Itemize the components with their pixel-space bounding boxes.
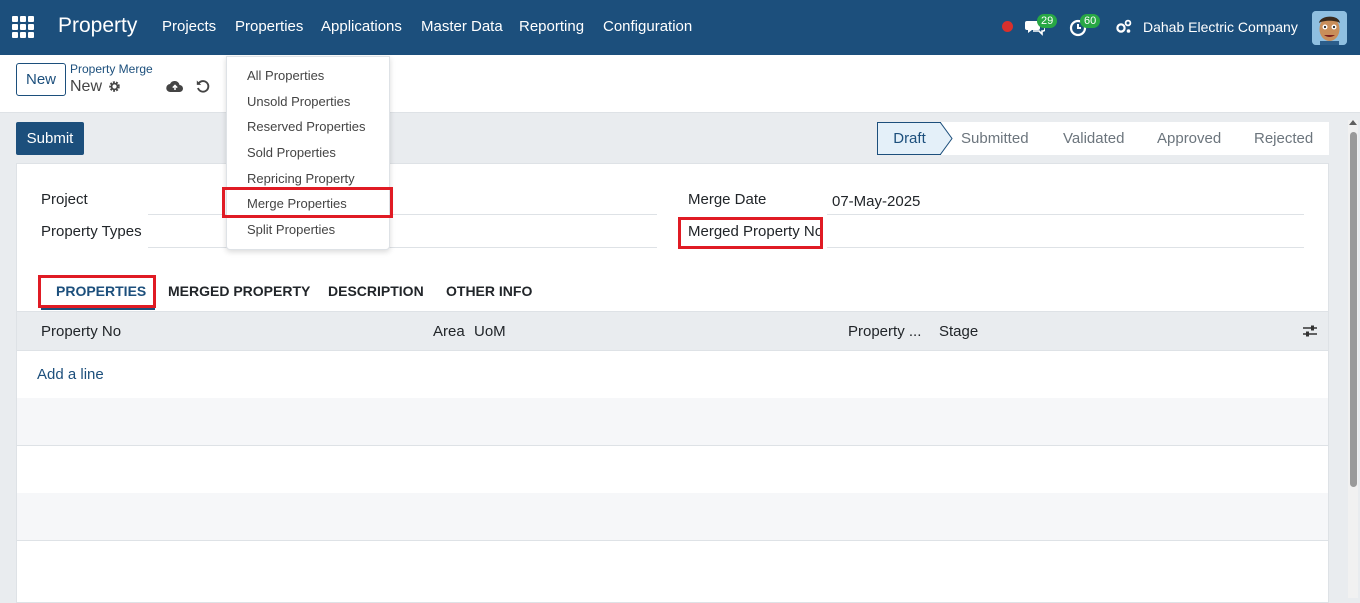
highlight-properties-tab xyxy=(38,275,156,308)
top-navbar: Property Projects Properties Application… xyxy=(0,0,1360,55)
column-property-status[interactable]: Property ... xyxy=(848,323,921,340)
messages-badge: 29 xyxy=(1037,14,1058,28)
status-arrow-icon xyxy=(940,122,953,155)
breadcrumb-current: New xyxy=(70,78,103,95)
menu-projects[interactable]: Projects xyxy=(162,18,216,35)
menu-configuration[interactable]: Configuration xyxy=(603,18,692,35)
menu-item-sold-properties[interactable]: Sold Properties xyxy=(247,145,336,160)
merge-date-value[interactable]: 07-May-2025 xyxy=(832,193,920,210)
recording-dot-icon[interactable] xyxy=(1002,21,1013,32)
menu-master-data[interactable]: Master Data xyxy=(421,18,503,35)
column-uom[interactable]: UoM xyxy=(474,323,506,340)
gear-icon[interactable] xyxy=(108,80,121,93)
user-avatar[interactable] xyxy=(1312,11,1347,45)
status-submitted[interactable]: Submitted xyxy=(961,130,1029,147)
column-stage[interactable]: Stage xyxy=(939,323,978,340)
table-row xyxy=(17,398,1328,445)
company-switcher[interactable]: Dahab Electric Company xyxy=(1143,19,1298,35)
property-types-field[interactable] xyxy=(148,247,657,248)
table-header: Property No Area UoM Property ... Stage xyxy=(17,311,1328,351)
scrollbar-thumb[interactable] xyxy=(1350,132,1357,487)
merge-date-field[interactable] xyxy=(827,214,1304,215)
highlight-merged-property-no xyxy=(678,217,823,249)
status-bar: Draft Submitted Validated Approved Rejec… xyxy=(877,122,1329,155)
row-divider xyxy=(17,540,1328,541)
optional-columns-sliders-icon[interactable] xyxy=(1303,324,1317,338)
highlight-merge-properties xyxy=(222,187,393,218)
new-button[interactable]: New xyxy=(16,63,66,96)
status-approved[interactable]: Approved xyxy=(1157,130,1221,147)
apps-menu-icon[interactable] xyxy=(12,16,34,38)
menu-item-all-properties[interactable]: All Properties xyxy=(247,68,324,83)
switch-company-icon[interactable] xyxy=(1114,17,1134,37)
menu-item-split-properties[interactable]: Split Properties xyxy=(247,222,335,237)
table-row xyxy=(17,493,1328,540)
add-a-line-link[interactable]: Add a line xyxy=(37,366,104,383)
discard-undo-icon[interactable] xyxy=(195,78,211,94)
menu-properties[interactable]: Properties xyxy=(235,18,303,35)
activities-badge: 60 xyxy=(1080,14,1101,28)
tab-merged-property[interactable]: MERGED PROPERTY xyxy=(168,283,310,299)
merged-property-no-field[interactable] xyxy=(827,247,1304,248)
project-label: Project xyxy=(41,191,88,208)
active-tab-indicator xyxy=(41,308,155,310)
menu-item-repricing-property[interactable]: Repricing Property xyxy=(247,171,355,186)
tab-description[interactable]: DESCRIPTION xyxy=(328,283,424,299)
control-panel: New Property Merge New xyxy=(0,55,1360,113)
menu-item-unsold-properties[interactable]: Unsold Properties xyxy=(247,94,350,109)
properties-dropdown: All Properties Unsold Properties Reserve… xyxy=(226,56,390,250)
status-rejected[interactable]: Rejected xyxy=(1254,130,1313,147)
menu-item-reserved-properties[interactable]: Reserved Properties xyxy=(247,119,366,134)
status-validated[interactable]: Validated xyxy=(1063,130,1124,147)
status-draft[interactable]: Draft xyxy=(877,122,941,155)
menu-reporting[interactable]: Reporting xyxy=(519,18,584,35)
column-area[interactable]: Area xyxy=(433,323,465,340)
merge-date-label: Merge Date xyxy=(688,191,767,208)
breadcrumb-parent[interactable]: Property Merge xyxy=(70,62,153,76)
submit-button[interactable]: Submit xyxy=(16,122,84,155)
form-sheet: Project Property Types Merge Date 07-May… xyxy=(16,163,1329,603)
save-cloud-icon[interactable] xyxy=(166,79,184,93)
tab-other-info[interactable]: OTHER INFO xyxy=(446,283,532,299)
column-property-no[interactable]: Property No xyxy=(41,323,121,340)
property-types-label: Property Types xyxy=(41,223,142,240)
row-divider xyxy=(17,445,1328,446)
scroll-up-arrow-icon[interactable] xyxy=(1349,120,1357,125)
menu-applications[interactable]: Applications xyxy=(321,18,402,35)
app-brand[interactable]: Property xyxy=(58,14,137,38)
